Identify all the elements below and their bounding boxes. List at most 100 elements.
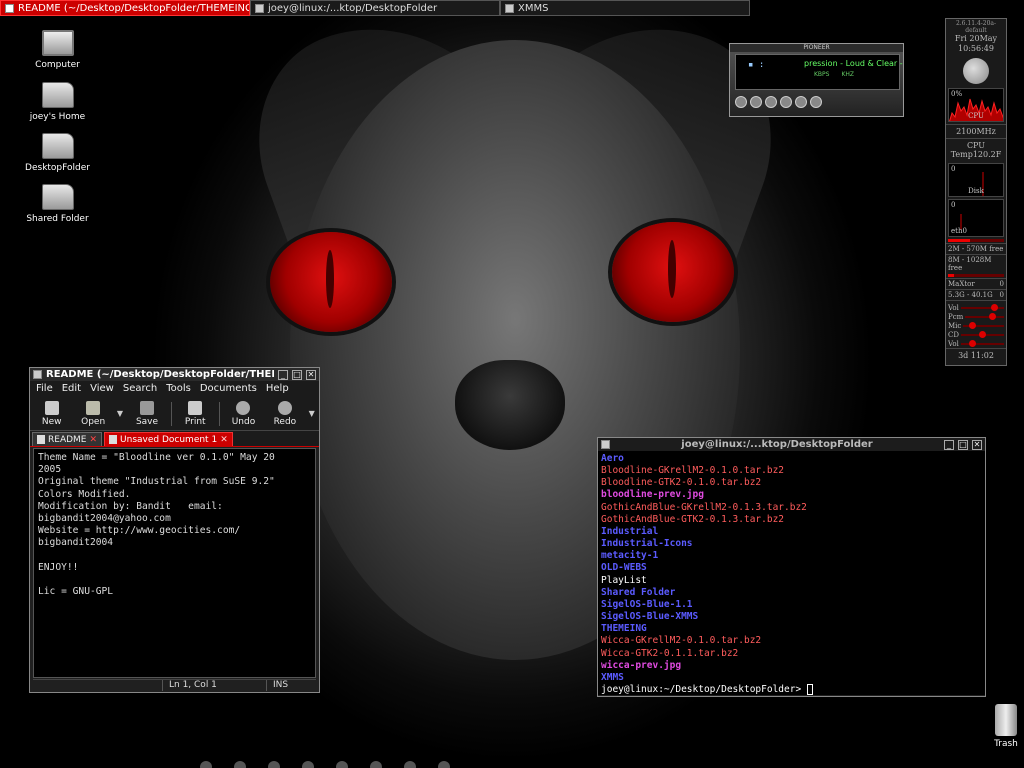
menu-edit[interactable]: Edit [62,383,81,395]
mic-slider[interactable]: Mic [946,321,1006,330]
minimize-button[interactable]: _ [278,369,288,380]
previous-icon[interactable] [735,96,747,108]
dock-app-icon[interactable] [370,761,382,768]
gkrellm-monitor: 2.6.11.4-20a-default Fri 20May 10:56:49 … [945,18,1007,366]
gkrellm-cpu-temp: CPU Temp120.2F [946,138,1006,161]
terminal-output[interactable]: Aero Bloodline-GKrellM2-0.1.0.tar.bz2 Bloo… [598,451,985,695]
insert-mode: INS [266,680,316,691]
xmms-display: ▪ : pression - Loud & Clear - KBPS KHZ [735,54,903,90]
undo-button[interactable]: Undo [226,400,261,427]
minimize-button[interactable]: _ [944,439,954,450]
open-button[interactable]: Open [75,400,110,427]
menu-search[interactable]: Search [123,383,157,395]
close-tab-icon[interactable]: ✕ [220,435,228,445]
taskbar: README (~/Desktop/DesktopFolder/THEMEING… [0,0,750,16]
undo-icon [236,400,251,415]
folder-icon [41,184,74,210]
terminal-cursor [806,683,813,695]
terminal-line: Aero [601,453,624,464]
terminal-window: joey@linux:/...ktop/DesktopFolder _ □ ✕ … [597,437,986,697]
text-editor-area[interactable]: Theme Name = "Bloodline ver 0.1.0" May 2… [33,448,316,678]
gkrellm-date: Fri 20May [954,34,998,43]
tab-readme[interactable]: README ✕ [32,432,103,446]
new-button[interactable]: New [34,400,69,427]
gedit-window: README (~/Desktop/DesktopFolder/THEMEING… [29,367,320,693]
terminal-line: bloodline-prev.jpg [601,489,704,501]
menu-documents[interactable]: Documents [200,383,257,395]
dock-app-icon[interactable] [200,761,212,768]
next-icon[interactable] [795,96,807,108]
terminal-line: metacity-1 [601,550,659,562]
desktop-icon-shared-folder[interactable]: Shared Folder [15,184,100,224]
dock-app-icon[interactable] [268,761,280,768]
tab-unsaved-document[interactable]: Unsaved Document 1 ✕ [104,432,233,446]
eject-icon[interactable] [810,96,822,108]
redo-icon [277,400,292,415]
terminal-line: Industrial [601,525,659,537]
desktop-icon-home[interactable]: joey's Home [15,82,100,122]
taskbar-item-xmms[interactable]: XMMS [500,0,750,16]
terminal-icon [601,440,610,449]
gkrellm-net-chart[interactable]: 0 eth0 [948,199,1004,237]
window-title: README (~/Desktop/DesktopFolder/THEMEING… [46,369,274,380]
dock-app-icon[interactable] [302,761,314,768]
taskbar-item-readme[interactable]: README (~/Desktop/DesktopFolder/THEMEING… [0,0,250,16]
maximize-button[interactable]: □ [292,369,302,380]
maximize-button[interactable]: □ [958,439,968,450]
dock-app-icon[interactable] [234,761,246,768]
taskbar-item-terminal[interactable]: joey@linux:/...ktop/DesktopFolder [250,0,500,16]
desktop-icon-trash[interactable]: Trash [988,704,1024,749]
gkrellm-uptime: 3d 11:02 [946,348,1006,362]
close-button[interactable]: ✕ [972,439,982,450]
cursor-position: Ln 1, Col 1 [162,680,266,691]
gkrellm-swap-bar [948,274,1004,277]
xmms-titlebar[interactable]: PIONEER [730,44,903,52]
new-document-icon [44,400,59,415]
terminal-titlebar[interactable]: joey@linux:/...ktop/DesktopFolder _ □ ✕ [598,438,985,451]
menu-file[interactable]: File [36,383,53,395]
wallpaper-cat-nose [455,360,565,450]
menu-view[interactable]: View [90,383,114,395]
volume-slider[interactable]: Vol [946,303,1006,312]
gkrellm-cpu-chart[interactable]: 0% CPU [948,88,1004,122]
cd-slider[interactable]: CD [946,330,1006,339]
menu-help[interactable]: Help [266,383,289,395]
menu-tools[interactable]: Tools [166,383,191,395]
desktop-icon-desktopfolder[interactable]: DesktopFolder [15,133,100,173]
home-folder-icon [41,82,74,108]
save-button[interactable]: Save [129,400,164,427]
gkrellm-disk-chart[interactable]: 0 Disk [948,163,1004,197]
document-tabs: README ✕ Unsaved Document 1 ✕ [30,431,319,447]
print-button[interactable]: Print [178,400,213,427]
dock-app-icon[interactable] [404,761,416,768]
terminal-line: SigelOS-Blue-1.1 [601,598,693,610]
dock-app-icon[interactable] [438,761,450,768]
text-editor-icon [5,3,14,13]
vol-slider-2[interactable]: Vol [946,339,1006,348]
dock-app-icon[interactable] [336,761,348,768]
menubar: File Edit View Search Tools Documents He… [30,381,319,397]
text-editor-icon [33,370,42,379]
open-dropdown-icon[interactable]: ▼ [117,409,123,418]
gkrellm-hostname: 2.6.11.4-20a-default [955,20,997,34]
terminal-line: THEMEING [601,623,647,635]
play-icon[interactable] [750,96,762,108]
close-tab-icon[interactable]: ✕ [89,435,97,445]
desktop: README (~/Desktop/DesktopFolder/THEMEING… [0,0,1024,768]
gedit-titlebar[interactable]: README (~/Desktop/DesktopFolder/THEMEING… [30,368,319,381]
terminal-line: Shared Folder [601,586,676,598]
toolbar-overflow-icon[interactable]: ▼ [309,409,315,418]
close-button[interactable]: ✕ [306,369,316,380]
terminal-prompt[interactable]: joey@linux:~/Desktop/DesktopFolder> [601,683,982,695]
xmms-kbps: KBPS [814,71,830,78]
terminal-icon [255,3,264,13]
stop-icon[interactable] [780,96,792,108]
pause-icon[interactable] [765,96,777,108]
redo-button[interactable]: Redo [267,400,302,427]
xmms-controls [735,96,822,108]
xmms-icon [505,3,514,13]
desktop-icon-computer[interactable]: Computer [15,30,100,70]
xmms-player[interactable]: PIONEER ▪ : pression - Loud & Clear - KB… [729,43,904,117]
gkrellm-cpu-frequency: 2100MHz [946,124,1006,138]
pcm-slider[interactable]: Pcm [946,312,1006,321]
